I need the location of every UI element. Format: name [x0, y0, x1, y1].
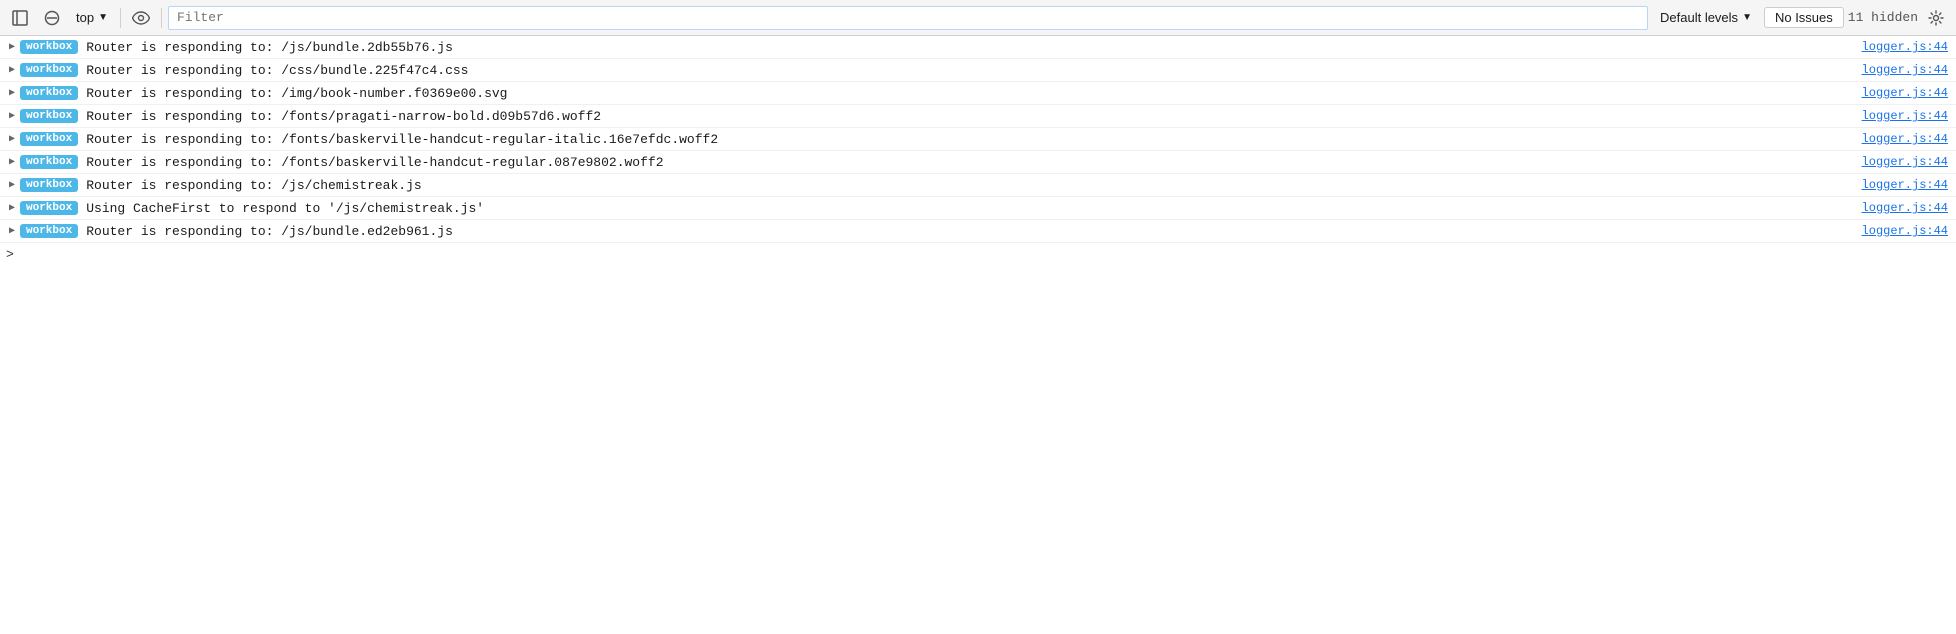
gear-icon — [1928, 10, 1944, 26]
log-message: Using CacheFirst to respond to '/js/chem… — [86, 201, 1861, 216]
log-levels-button[interactable]: Default levels ▼ — [1652, 8, 1760, 27]
levels-label: Default levels — [1660, 10, 1738, 25]
filter-input[interactable] — [168, 6, 1648, 30]
log-message: Router is responding to: /css/bundle.225… — [86, 63, 1861, 78]
eye-icon — [132, 11, 150, 25]
workbox-badge: workbox — [20, 132, 78, 146]
source-link[interactable]: logger.js:44 — [1862, 63, 1948, 77]
levels-arrow: ▼ — [1742, 12, 1752, 23]
hidden-count: 11 hidden — [1848, 10, 1918, 25]
expand-arrow[interactable]: ▶ — [4, 223, 20, 239]
workbox-badge: workbox — [20, 178, 78, 192]
toolbar-divider-1 — [120, 8, 121, 28]
no-issues-button[interactable]: No Issues — [1764, 7, 1844, 28]
workbox-badge: workbox — [20, 86, 78, 100]
no-entry-icon — [44, 10, 60, 26]
prompt-arrow[interactable]: > — [6, 247, 14, 262]
panel-toggle-button[interactable] — [6, 6, 34, 30]
source-link[interactable]: logger.js:44 — [1862, 201, 1948, 215]
expand-arrow[interactable]: ▶ — [4, 154, 20, 170]
log-message: Router is responding to: /fonts/pragati-… — [86, 109, 1861, 124]
source-link[interactable]: logger.js:44 — [1862, 109, 1948, 123]
workbox-badge: workbox — [20, 201, 78, 215]
workbox-badge: workbox — [20, 40, 78, 54]
table-row: ▶ workbox Router is responding to: /font… — [0, 151, 1956, 174]
table-row: ▶ workbox Router is responding to: /css/… — [0, 59, 1956, 82]
table-row: ▶ workbox Router is responding to: /js/b… — [0, 220, 1956, 243]
expand-arrow[interactable]: ▶ — [4, 131, 20, 147]
context-label: top — [76, 10, 94, 25]
workbox-badge: workbox — [20, 109, 78, 123]
workbox-badge: workbox — [20, 155, 78, 169]
source-link[interactable]: logger.js:44 — [1862, 155, 1948, 169]
settings-button[interactable] — [1922, 6, 1950, 30]
expand-arrow[interactable]: ▶ — [4, 108, 20, 124]
expand-arrow[interactable]: ▶ — [4, 85, 20, 101]
source-link[interactable]: logger.js:44 — [1862, 132, 1948, 146]
context-selector[interactable]: top ▼ — [70, 8, 114, 27]
log-message: Router is responding to: /js/bundle.2db5… — [86, 40, 1861, 55]
expand-arrow[interactable]: ▶ — [4, 62, 20, 78]
expand-arrow[interactable]: ▶ — [4, 200, 20, 216]
table-row: ▶ workbox Router is responding to: /js/b… — [0, 36, 1956, 59]
source-link[interactable]: logger.js:44 — [1862, 40, 1948, 54]
table-row: ▶ workbox Router is responding to: /js/c… — [0, 174, 1956, 197]
panel-toggle-icon — [12, 10, 28, 26]
log-message: Router is responding to: /fonts/baskervi… — [86, 132, 1861, 147]
clear-console-button[interactable] — [38, 6, 66, 30]
table-row: ▶ workbox Using CacheFirst to respond to… — [0, 197, 1956, 220]
expand-arrow[interactable]: ▶ — [4, 177, 20, 193]
workbox-badge: workbox — [20, 63, 78, 77]
log-message: Router is responding to: /img/book-numbe… — [86, 86, 1861, 101]
dropdown-arrow: ▼ — [98, 12, 108, 23]
log-message: Router is responding to: /js/bundle.ed2e… — [86, 224, 1861, 239]
workbox-badge: workbox — [20, 224, 78, 238]
log-message: Router is responding to: /fonts/baskervi… — [86, 155, 1861, 170]
devtools-toolbar: top ▼ Default levels ▼ No Issues 11 hidd… — [0, 0, 1956, 36]
no-issues-label: No Issues — [1775, 10, 1833, 25]
log-message: Router is responding to: /js/chemistreak… — [86, 178, 1861, 193]
source-link[interactable]: logger.js:44 — [1862, 178, 1948, 192]
expand-arrow[interactable]: ▶ — [4, 39, 20, 55]
live-expressions-button[interactable] — [127, 6, 155, 30]
console-prompt-row[interactable]: > — [0, 243, 1956, 266]
table-row: ▶ workbox Router is responding to: /font… — [0, 105, 1956, 128]
source-link[interactable]: logger.js:44 — [1862, 86, 1948, 100]
toolbar-divider-2 — [161, 8, 162, 28]
console-output: ▶ workbox Router is responding to: /js/b… — [0, 36, 1956, 243]
table-row: ▶ workbox Router is responding to: /img/… — [0, 82, 1956, 105]
table-row: ▶ workbox Router is responding to: /font… — [0, 128, 1956, 151]
source-link[interactable]: logger.js:44 — [1862, 224, 1948, 238]
